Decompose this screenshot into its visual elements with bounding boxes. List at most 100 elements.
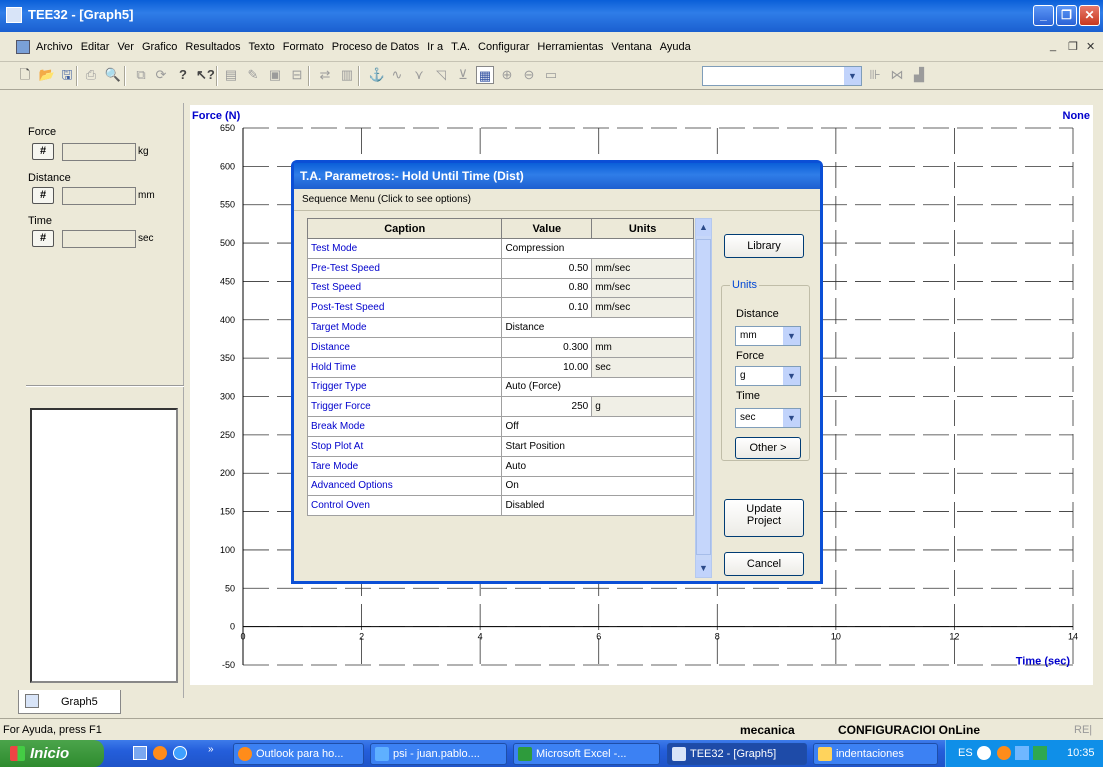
distance-hash-button[interactable]: # [32,187,54,204]
graph-tool-2-icon[interactable]: ✎ [244,66,262,84]
menu-configurar[interactable]: Configurar [474,32,533,62]
open-icon[interactable]: 📂 [38,66,56,84]
units-distance-select[interactable]: mm ▼ [735,326,801,346]
save-icon[interactable]: 🖫 [58,66,76,84]
graph-tool-8-icon[interactable]: ⊻ [454,66,472,84]
start-button[interactable]: Inicio [0,740,104,767]
mdi-close-icon[interactable]: ✕ [1086,40,1095,53]
graph-tool-9-icon[interactable]: ⊪ [866,66,884,84]
chevron-down-icon[interactable]: ▼ [783,367,800,385]
zoom-out-icon[interactable]: ⊖ [520,66,538,84]
close-button[interactable]: ✕ [1079,5,1100,26]
context-help-icon[interactable]: ↖? [196,66,215,84]
menu-formato[interactable]: Formato [279,32,328,62]
parameter-row[interactable]: Trigger Force 250 g [306,396,694,418]
task-psi[interactable]: psi - juan.pablo.... [370,743,507,765]
parameter-row[interactable]: Test Speed 0.80 mm/sec [306,277,694,299]
graph-tool-10-icon[interactable]: ⋈ [888,66,906,84]
menu-texto[interactable]: Texto [244,32,278,62]
parameter-row[interactable]: Target Mode Distance [306,317,694,338]
library-button[interactable]: Library [724,234,804,258]
tray-app-icon[interactable] [1033,746,1047,760]
print-preview-icon[interactable]: 🔍 [104,66,122,84]
browser-icon[interactable] [173,746,187,760]
task-indentaciones[interactable]: indentaciones [813,743,938,765]
parameter-row[interactable]: Pre-Test Speed 0.50 mm/sec [306,257,694,279]
refresh-icon[interactable]: ⟳ [152,66,170,84]
graph-tool-11-icon[interactable]: ▟ [910,66,928,84]
tray-back-icon[interactable] [977,746,991,760]
parameter-value[interactable]: Start Position [501,435,694,457]
menu-editar[interactable]: Editar [77,32,114,62]
chevron-down-icon[interactable]: ▼ [844,67,861,85]
curve-icon[interactable]: ∿ [388,66,406,84]
parameter-value[interactable]: 250 [501,396,593,418]
parameter-row[interactable]: Post-Test Speed 0.10 mm/sec [306,297,694,319]
parameter-row[interactable]: Stop Plot At Start Position [306,435,694,457]
graph-tool-4-icon[interactable]: ⊟ [288,66,306,84]
menu-archivo[interactable]: Archivo [32,32,77,62]
graph-tool-7-icon[interactable]: ◹ [432,66,450,84]
graph-tool-5-icon[interactable]: ⇄ [316,66,334,84]
grid-scrollbar[interactable]: ▲ ▼ [695,218,712,578]
chevron-down-icon[interactable]: ▼ [783,327,800,345]
parameter-value[interactable]: 0.10 [501,297,593,319]
parameter-value[interactable]: Distance [501,317,694,338]
messenger-icon[interactable] [153,746,167,760]
parameter-value[interactable]: Auto (Force) [501,376,694,398]
parameter-value[interactable]: 0.300 [501,336,593,358]
task-outlook[interactable]: Outlook para ho... [233,743,364,765]
menu-ir-a[interactable]: Ir a [423,32,447,62]
copy-graph-icon[interactable]: ⧉ [132,66,150,84]
mdi-minimize-icon[interactable]: _ [1050,40,1056,52]
parameter-value[interactable]: Off [501,416,694,437]
update-project-button[interactable]: Update Project [724,499,804,537]
task-excel[interactable]: Microsoft Excel -... [513,743,660,765]
parameter-row[interactable]: Control Oven Disabled [306,495,694,517]
scroll-thumb[interactable] [696,239,711,555]
force-hash-button[interactable]: # [32,143,54,160]
parameter-row[interactable]: Tare Mode Auto [306,455,694,477]
menu-ayuda[interactable]: Ayuda [656,32,695,62]
parameter-value[interactable]: 10.00 [501,356,593,378]
parameter-value[interactable]: 0.80 [501,277,593,299]
parameter-value[interactable]: 0.50 [501,257,593,279]
grid-icon[interactable]: ▦ [476,66,494,84]
print-icon[interactable]: ⎙ [82,66,100,84]
cancel-button[interactable]: Cancel [724,552,804,576]
zoom-in-icon[interactable]: ⊕ [498,66,516,84]
app-icon[interactable] [6,7,22,23]
document-icon[interactable] [16,40,30,54]
graph-tool-1-icon[interactable]: ▤ [222,66,240,84]
menu-t-a-[interactable]: T.A. [447,32,474,62]
task-tee32[interactable]: TEE32 - [Graph5] [667,743,807,765]
menu-grafico[interactable]: Grafico [138,32,181,62]
scroll-up-icon[interactable]: ▲ [696,219,711,236]
parameter-row[interactable]: Distance 0.300 mm [306,336,694,358]
tray-messenger-icon[interactable] [997,746,1011,760]
toolbar-combo[interactable]: ▼ [702,66,862,86]
parameter-row[interactable]: Hold Time 10.00 sec [306,356,694,378]
menu-ventana[interactable]: Ventana [607,32,655,62]
sequence-menu[interactable]: Sequence Menu (Click to see options) [302,194,471,205]
new-icon[interactable]: 🗋 [16,66,34,84]
parameter-row[interactable]: Advanced Options On [306,475,694,497]
tray-network-icon[interactable] [1015,746,1029,760]
menu-herramientas[interactable]: Herramientas [533,32,607,62]
parameter-value[interactable]: Compression [501,238,694,259]
chevron-down-icon[interactable]: ▼ [783,409,800,427]
minimize-button[interactable]: _ [1033,5,1054,26]
results-list[interactable] [30,408,178,683]
menu-ver[interactable]: Ver [113,32,138,62]
help-icon[interactable]: ? [174,66,192,84]
parameter-row[interactable]: Trigger Type Auto (Force) [306,376,694,398]
menu-resultados[interactable]: Resultados [181,32,244,62]
language-indicator[interactable]: ES [958,740,973,767]
parameter-row[interactable]: Test Mode Compression [306,238,694,259]
other-button[interactable]: Other > [735,437,801,459]
tab-graph5[interactable]: Graph5 [18,690,121,714]
desktop-icon[interactable] [133,746,147,760]
graph-tool-3-icon[interactable]: ▣ [266,66,284,84]
anchor-icon[interactable]: ⚓ [368,66,386,84]
graph-tool-6-icon[interactable]: ▥ [338,66,356,84]
